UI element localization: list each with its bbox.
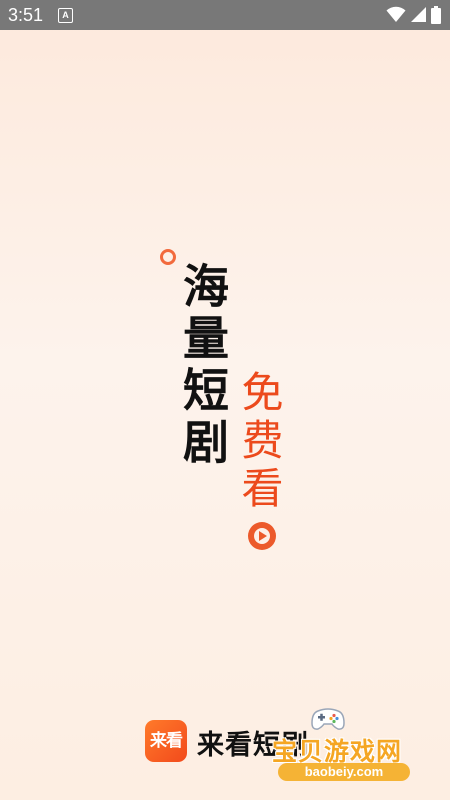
watermark: 宝贝游戏网 baobeiy.com [272, 705, 448, 795]
cell-signal-icon [410, 6, 427, 27]
app-logo: 来看 [145, 720, 187, 762]
watermark-url: baobeiy.com [278, 763, 410, 781]
wifi-icon [386, 6, 406, 27]
status-bar: 3:51 A [0, 0, 450, 30]
gamepad-icon [310, 705, 346, 733]
battery-icon [431, 6, 441, 28]
status-time: 3:51 [8, 5, 44, 25]
slogan-sub: 免费看 [235, 370, 284, 514]
play-icon [248, 522, 276, 550]
slogan-main: 海量短剧 [176, 262, 230, 470]
a-notification-icon: A [58, 8, 73, 23]
ring-decoration-icon [160, 249, 176, 265]
